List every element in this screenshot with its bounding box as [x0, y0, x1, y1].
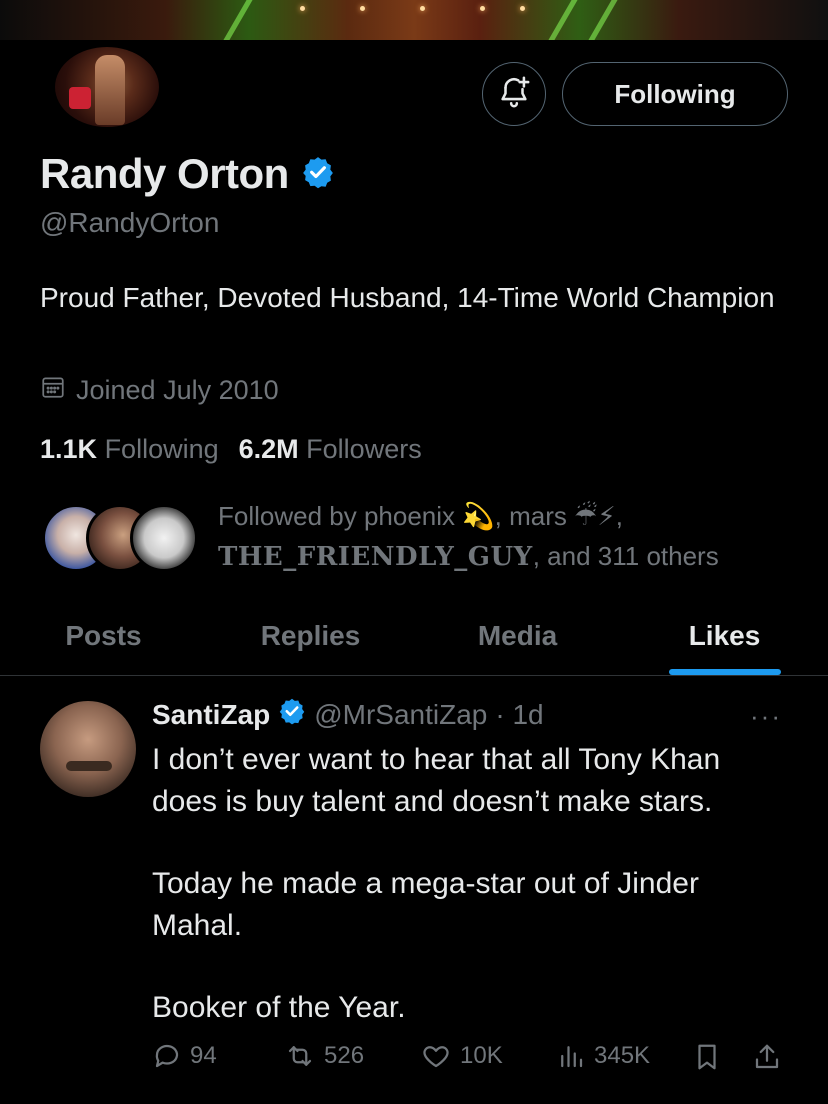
- reply-button[interactable]: 94: [152, 1041, 217, 1071]
- tab-label: Replies: [260, 619, 361, 651]
- tweet-paragraph: Booker of the Year.: [152, 991, 406, 1024]
- followers-label: Followers: [306, 434, 422, 464]
- like-count: 10K: [460, 1042, 503, 1069]
- followed-by-avatars[interactable]: [42, 504, 202, 574]
- more-icon[interactable]: ···: [750, 701, 782, 732]
- tweet-author-avatar[interactable]: [40, 701, 136, 797]
- tab-replies[interactable]: Replies: [207, 596, 414, 675]
- profile-banner[interactable]: [0, 0, 828, 40]
- tab-label: Posts: [65, 619, 142, 651]
- reply-icon: [152, 1041, 182, 1071]
- repost-icon: [284, 1041, 316, 1071]
- bookmark-button[interactable]: [692, 1041, 722, 1073]
- share-icon: [752, 1041, 782, 1073]
- repost-button[interactable]: 526: [284, 1041, 364, 1071]
- followed-by-sep: ,: [615, 501, 623, 531]
- notifications-button[interactable]: [482, 62, 546, 126]
- tab-label: Likes: [688, 619, 761, 651]
- profile-handle: @RandyOrton: [40, 207, 220, 238]
- followed-by-emoji: 💫: [462, 501, 495, 531]
- followed-by-name: THE_FRIENDLY_GUY: [218, 542, 533, 572]
- tweet-paragraph: Today he made a mega-star out of Jinder …: [152, 867, 699, 942]
- verified-badge-icon[interactable]: [278, 697, 306, 732]
- profile-avatar[interactable]: [52, 44, 162, 130]
- tweet-actions: 94 526 10K 345K: [152, 1041, 792, 1081]
- views-icon: [556, 1041, 586, 1071]
- calendar-icon: [40, 374, 66, 407]
- tab-posts[interactable]: Posts: [0, 596, 207, 675]
- views-count: 345K: [594, 1042, 651, 1069]
- tab-label: Media: [477, 619, 558, 651]
- tweet-paragraph: I don’t ever want to hear that all Tony …: [152, 743, 721, 818]
- followed-by-mid: , mars: [494, 501, 567, 531]
- active-tab-indicator: [668, 669, 781, 675]
- like-icon: [420, 1041, 452, 1071]
- following-count-link[interactable]: 1.1K Following: [40, 434, 219, 465]
- following-button[interactable]: Following: [562, 62, 788, 126]
- bookmark-icon: [692, 1041, 722, 1073]
- profile-name: Randy Orton: [40, 150, 289, 197]
- followed-by-text[interactable]: Followed by phoenix 💫, mars ☔⚡, THE_FRIE…: [218, 496, 818, 577]
- profile-name-row: Randy Orton: [40, 150, 335, 198]
- follower-avatar: [130, 504, 198, 572]
- tweet[interactable]: SantiZap @MrSantiZap · 1d ··· I don’t ev…: [0, 677, 828, 1104]
- tab-media[interactable]: Media: [414, 596, 621, 675]
- followed-by-prefix: Followed by phoenix: [218, 501, 456, 531]
- following-count: 1.1K: [40, 434, 98, 464]
- profile-tabs: Posts Replies Media Likes: [0, 596, 828, 676]
- followers-count: 6.2M: [238, 434, 299, 464]
- tweet-header: SantiZap @MrSantiZap · 1d: [152, 697, 544, 732]
- reply-count: 94: [190, 1042, 217, 1069]
- joined-date: Joined July 2010: [40, 374, 279, 407]
- tweet-author-name[interactable]: SantiZap: [152, 699, 270, 731]
- followers-count-link[interactable]: 6.2M Followers: [239, 434, 422, 465]
- followed-by-emoji: ☔⚡: [574, 501, 616, 531]
- bell-plus-icon: [497, 75, 531, 114]
- like-button[interactable]: 10K: [420, 1041, 503, 1071]
- verified-badge-icon[interactable]: [301, 155, 335, 194]
- tweet-text: I don’t ever want to hear that all Tony …: [152, 739, 792, 1029]
- followed-by-suffix: , and 311 others: [532, 541, 719, 571]
- views-button[interactable]: 345K: [556, 1041, 650, 1071]
- follow-counts: 1.1K Following 6.2M Followers: [40, 434, 422, 465]
- tweet-time[interactable]: · 1d: [495, 699, 543, 731]
- repost-count: 526: [324, 1042, 365, 1069]
- profile-bio: Proud Father, Devoted Husband, 14-Time W…: [40, 282, 775, 313]
- joined-text: Joined July 2010: [76, 375, 279, 405]
- following-label: Following: [104, 434, 219, 464]
- share-button[interactable]: [752, 1041, 782, 1073]
- tab-likes[interactable]: Likes: [621, 596, 828, 675]
- tweet-author-handle[interactable]: @MrSantiZap: [314, 699, 487, 731]
